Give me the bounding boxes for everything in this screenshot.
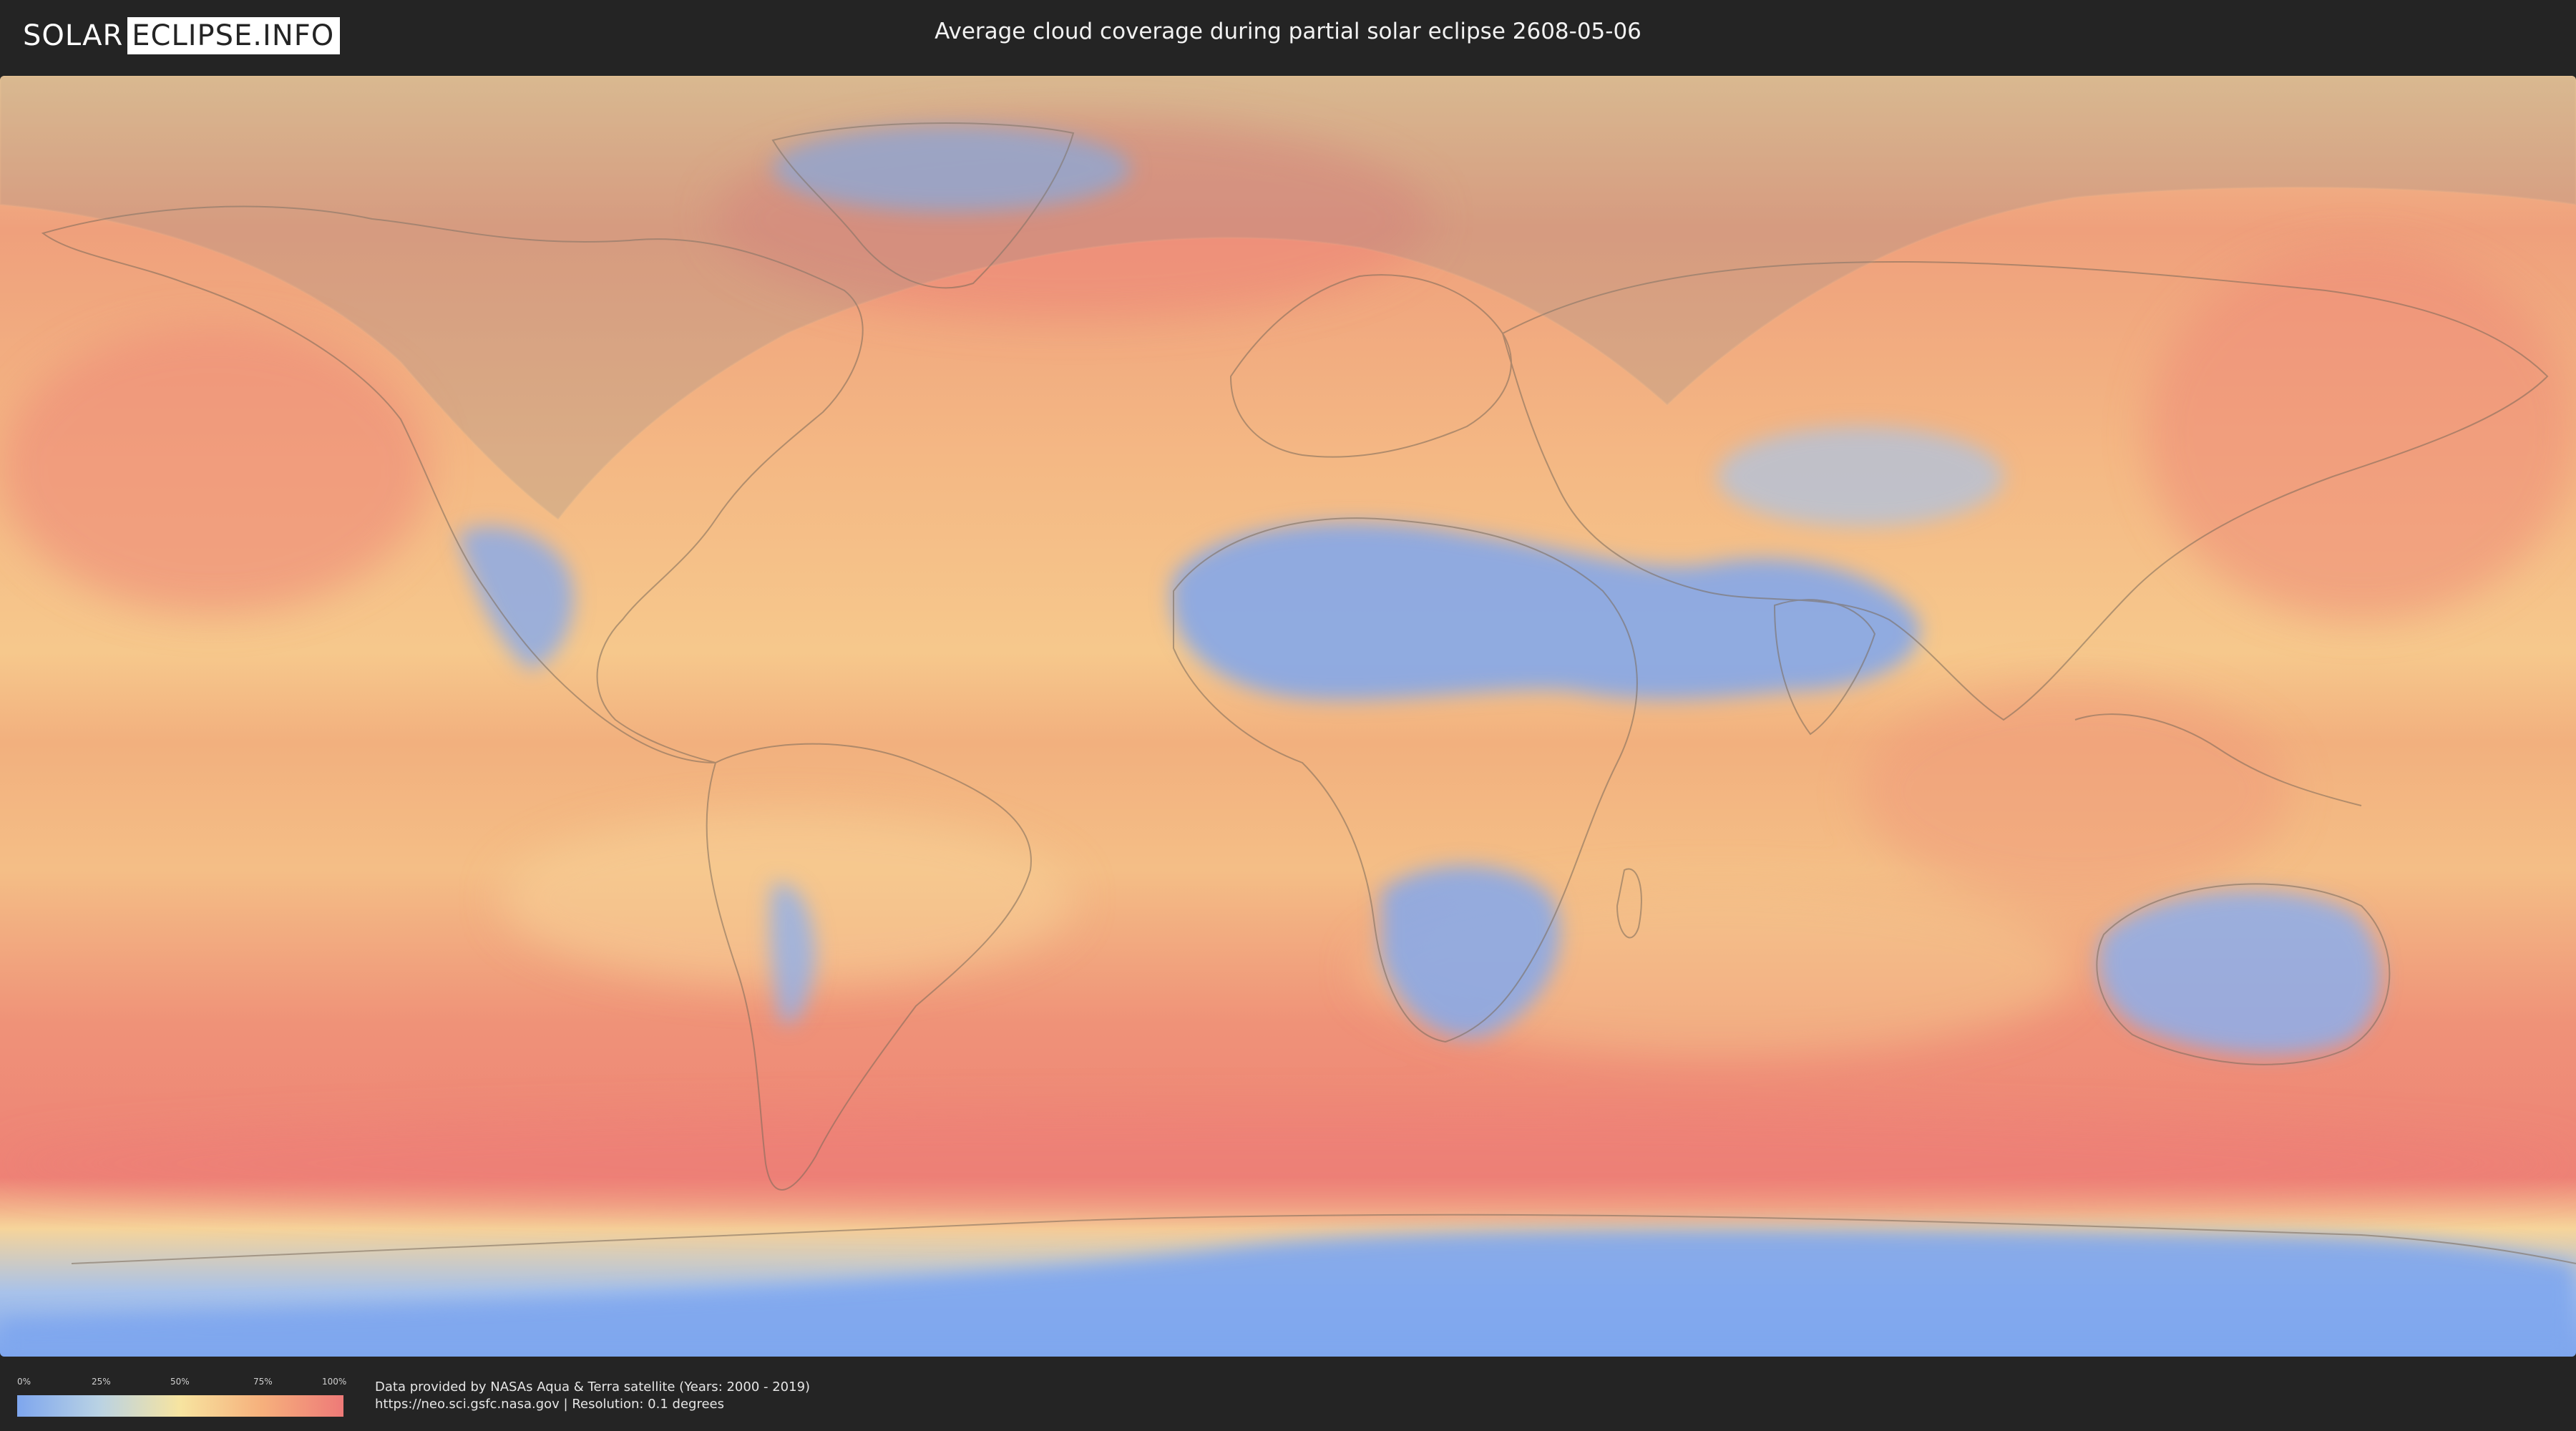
legend-tick-0: 0% (17, 1377, 31, 1387)
cloud-coverage-legend-bar (17, 1395, 343, 1417)
page-title: Average cloud coverage during partial so… (935, 19, 1641, 44)
cloud-coverage-map[interactable] (0, 76, 2576, 1357)
legend-tick-100: 100% (322, 1377, 347, 1387)
header-bar: SOLAR ECLIPSE.INFO Average cloud coverag… (0, 0, 2576, 72)
data-source-link[interactable]: https://neo.sci.gsfc.nasa.gov | Resoluti… (375, 1397, 724, 1412)
data-credit-line: Data provided by NASAs Aqua & Terra sate… (375, 1379, 811, 1395)
legend-tick-75: 75% (253, 1377, 273, 1387)
world-map-cloud-coverage (0, 76, 2576, 1357)
legend-tick-25: 25% (92, 1377, 111, 1387)
legend-tick-50: 50% (170, 1377, 190, 1387)
footer-bar: 0% 25% 50% 75% 100% Data provided by NAS… (0, 1357, 2576, 1431)
